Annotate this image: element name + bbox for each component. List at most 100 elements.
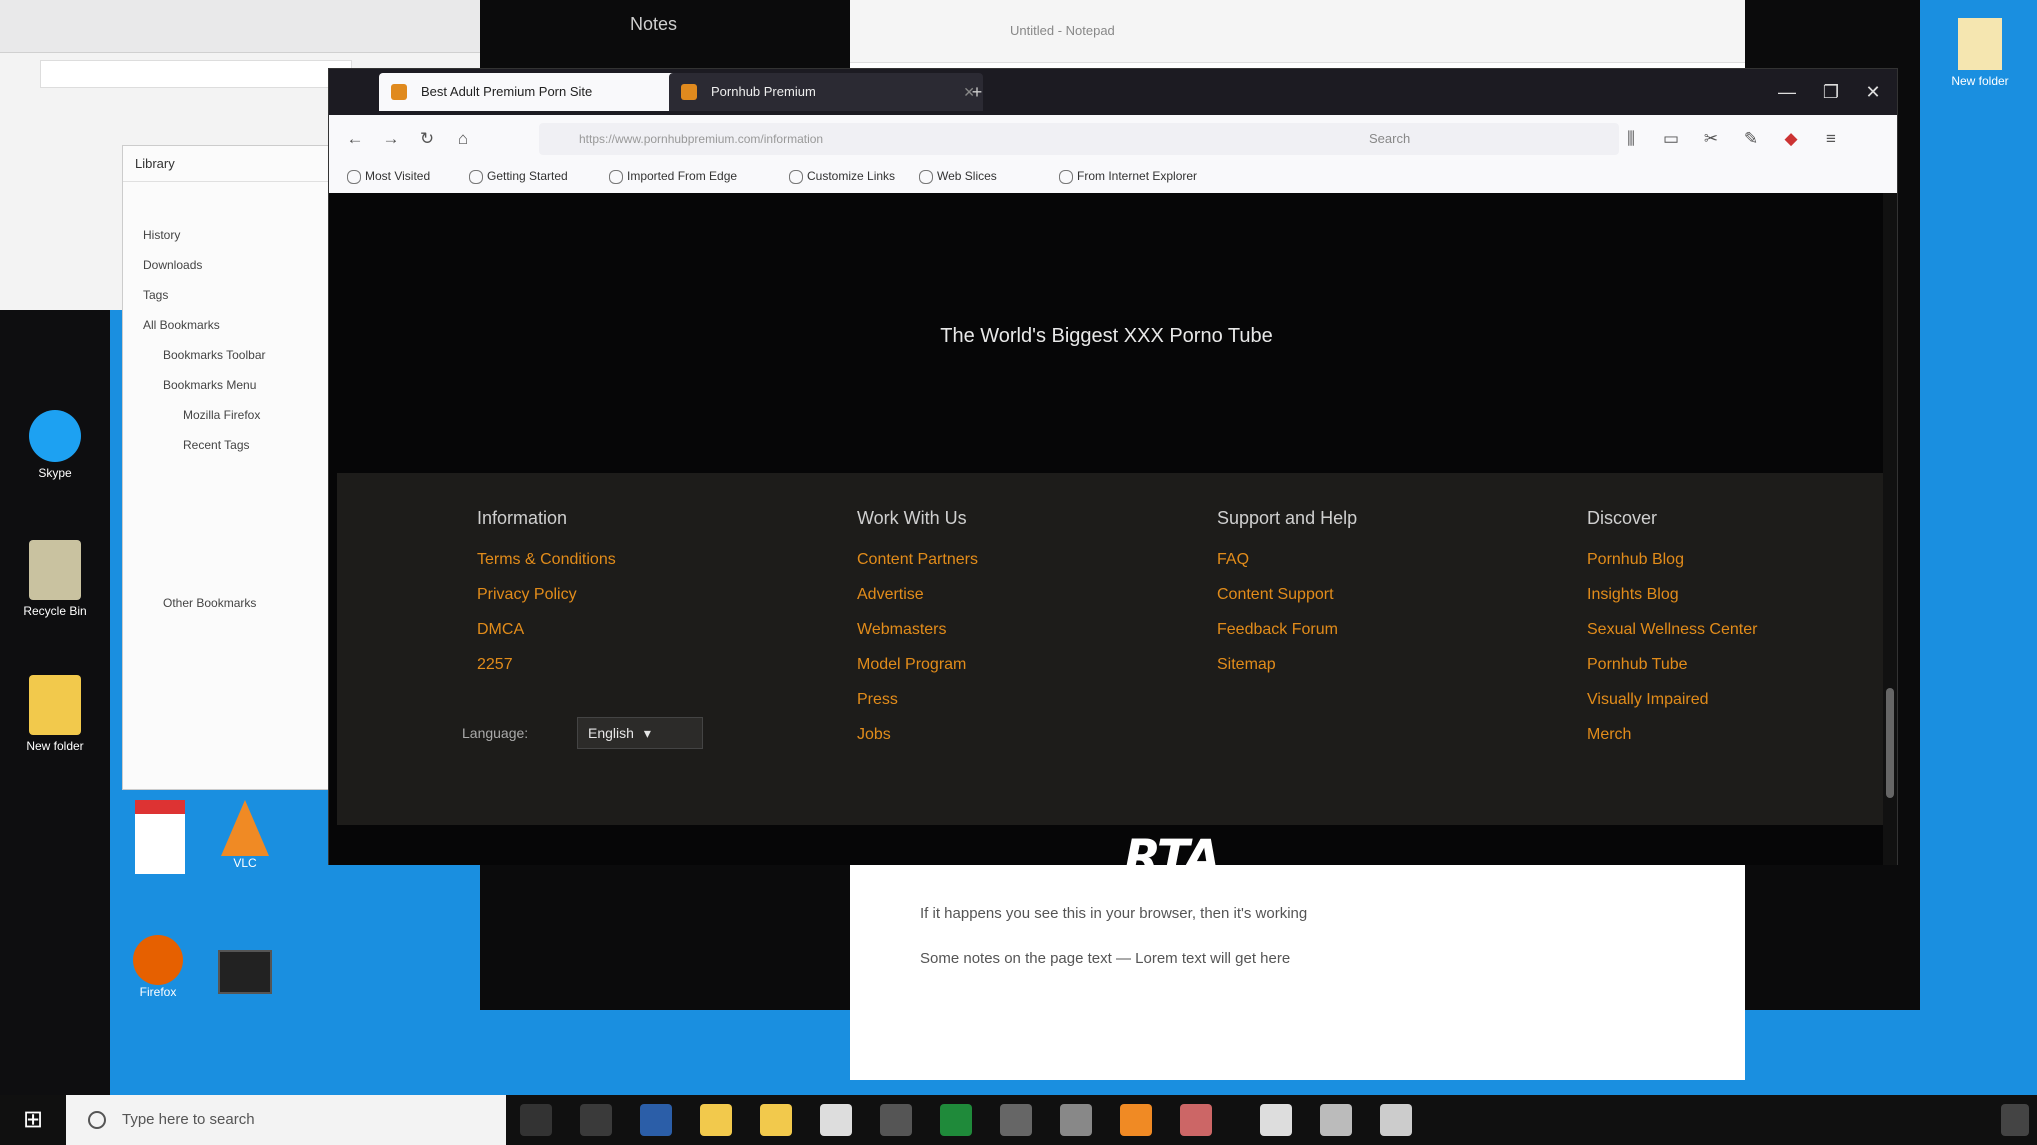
- maximize-button[interactable]: ❐: [1811, 75, 1851, 109]
- firefox-icon: [133, 935, 183, 985]
- tab-active[interactable]: Best Adult Premium Porn Site ✕: [379, 73, 703, 111]
- app-icon[interactable]: [1000, 1104, 1032, 1136]
- footer-link[interactable]: Jobs: [857, 726, 891, 744]
- desktop-icon-skype[interactable]: Skype: [7, 410, 103, 480]
- skype-icon: [29, 410, 81, 462]
- bookmark-item[interactable]: Most Visited: [347, 169, 430, 184]
- task-view-icon[interactable]: [580, 1104, 612, 1136]
- bookmark-item[interactable]: Getting Started: [469, 169, 568, 184]
- close-window-button[interactable]: ✕: [1853, 75, 1893, 109]
- taskbar-search[interactable]: Type here to search: [66, 1095, 506, 1145]
- desktop-icon-new-folder[interactable]: New folder: [7, 675, 103, 753]
- windows-start-icon[interactable]: ⊞: [0, 1095, 66, 1145]
- screenshot-icon[interactable]: ✂: [1699, 127, 1723, 151]
- footer-link[interactable]: Privacy Policy: [477, 586, 577, 604]
- menu-icon[interactable]: ≡: [1819, 127, 1843, 151]
- footer-link[interactable]: Terms & Conditions: [477, 551, 616, 569]
- app-icon[interactable]: [1180, 1104, 1212, 1136]
- background-address-bar[interactable]: [40, 60, 352, 88]
- app-icon[interactable]: [1320, 1104, 1352, 1136]
- app-icon[interactable]: [1060, 1104, 1092, 1136]
- desktop-icon-app[interactable]: [205, 950, 285, 1030]
- footer-link[interactable]: Press: [857, 691, 898, 709]
- footer-link[interactable]: Merch: [1587, 726, 1631, 744]
- desktop-icon-vlc[interactable]: VLC: [205, 800, 285, 890]
- app-icon[interactable]: [880, 1104, 912, 1136]
- tab-strip: Best Adult Premium Porn Site ✕ Pornhub P…: [329, 69, 1897, 115]
- new-tab-button[interactable]: +: [957, 75, 997, 109]
- notifications-icon[interactable]: [2001, 1104, 2029, 1136]
- url-bar[interactable]: https://www.pornhubpremium.com/informati…: [539, 123, 1359, 155]
- desktop-icon-recycle-bin[interactable]: Recycle Bin: [7, 540, 103, 618]
- bookmarks-library-window: Library History Downloads Tags All Bookm…: [122, 145, 332, 790]
- footer-link[interactable]: Visually Impaired: [1587, 691, 1709, 709]
- doc-line: If it happens you see this in your brows…: [920, 905, 1308, 922]
- footer-link[interactable]: Feedback Forum: [1217, 621, 1338, 639]
- editor-title: Notes: [630, 14, 678, 34]
- sidebar-icon[interactable]: ▭: [1659, 127, 1683, 151]
- bookmark-item[interactable]: Web Slices: [919, 169, 997, 184]
- footer-link[interactable]: Sitemap: [1217, 656, 1276, 674]
- library-item[interactable]: All Bookmarks: [143, 318, 220, 332]
- back-icon[interactable]: ←: [343, 127, 367, 151]
- footer-heading: Work With Us: [857, 508, 967, 528]
- footer-link[interactable]: Content Partners: [857, 551, 978, 569]
- footer-link[interactable]: Insights Blog: [1587, 586, 1679, 604]
- camera-icon[interactable]: [1260, 1104, 1292, 1136]
- footer-link[interactable]: 2257: [477, 656, 513, 674]
- tab-inactive[interactable]: Pornhub Premium ✕: [669, 73, 983, 111]
- site-favicon-icon: [681, 84, 697, 100]
- library-item[interactable]: Bookmarks Toolbar: [163, 348, 266, 362]
- page-scrollbar[interactable]: [1883, 193, 1897, 865]
- taskbar: ⊞ Type here to search: [0, 1095, 2037, 1145]
- library-item[interactable]: Recent Tags: [183, 438, 250, 452]
- footer-heading: Discover: [1587, 508, 1658, 528]
- footer-link[interactable]: Model Program: [857, 656, 966, 674]
- footer-link[interactable]: FAQ: [1217, 551, 1249, 569]
- footer-link[interactable]: Pornhub Blog: [1587, 551, 1684, 569]
- minimize-button[interactable]: —: [1767, 75, 1807, 109]
- chevron-down-icon: ▾: [643, 725, 651, 741]
- footer-link[interactable]: Advertise: [857, 586, 924, 604]
- cortana-icon[interactable]: [520, 1104, 552, 1136]
- folder-icon[interactable]: [760, 1104, 792, 1136]
- library-icon[interactable]: ⫼: [1619, 127, 1643, 151]
- home-icon[interactable]: ⌂: [451, 127, 475, 151]
- app-icon: [218, 950, 272, 994]
- bookmark-item[interactable]: Customize Links: [789, 169, 895, 184]
- library-item[interactable]: Downloads: [143, 258, 202, 272]
- bookmark-item[interactable]: From Internet Explorer: [1059, 169, 1197, 184]
- library-item[interactable]: Mozilla Firefox: [183, 408, 260, 422]
- scrollbar-thumb[interactable]: [1886, 688, 1894, 798]
- forward-icon[interactable]: →: [379, 127, 403, 151]
- library-item[interactable]: History: [143, 228, 180, 242]
- firefox-window: Best Adult Premium Porn Site ✕ Pornhub P…: [328, 68, 1898, 865]
- background-tab-bar: [0, 0, 490, 53]
- extension-icon[interactable]: ✎: [1739, 127, 1763, 151]
- vlc-icon[interactable]: [1120, 1104, 1152, 1136]
- notepad-icon[interactable]: [1380, 1104, 1412, 1136]
- desktop-icon-top-right-folder[interactable]: New folder: [1935, 18, 2025, 88]
- library-item[interactable]: Tags: [143, 288, 168, 302]
- store-icon[interactable]: [820, 1104, 852, 1136]
- bookmark-item[interactable]: Imported From Edge: [609, 169, 737, 184]
- desktop-icon-document[interactable]: [120, 800, 200, 890]
- footer-link[interactable]: Pornhub Tube: [1587, 656, 1688, 674]
- library-item[interactable]: Bookmarks Menu: [163, 378, 256, 392]
- promo-title: The World's Biggest XXX Porno Tube: [940, 325, 1273, 347]
- footer-link[interactable]: DMCA: [477, 621, 524, 639]
- desktop-icon-firefox[interactable]: Firefox: [118, 935, 198, 1025]
- library-item[interactable]: Other Bookmarks: [163, 596, 256, 610]
- rta-logo[interactable]: RTA: [1124, 830, 1221, 865]
- file-explorer-icon[interactable]: [700, 1104, 732, 1136]
- spreadsheet-icon[interactable]: [940, 1104, 972, 1136]
- language-select[interactable]: English ▾: [577, 717, 703, 749]
- footer-link[interactable]: Content Support: [1217, 586, 1334, 604]
- search-box[interactable]: Search: [1335, 123, 1619, 155]
- site-favicon-icon: [391, 84, 407, 100]
- edge-icon[interactable]: [640, 1104, 672, 1136]
- reload-icon[interactable]: ↻: [415, 127, 439, 151]
- footer-link[interactable]: Webmasters: [857, 621, 947, 639]
- addon-icon[interactable]: ◆: [1779, 127, 1803, 151]
- footer-link[interactable]: Sexual Wellness Center: [1587, 621, 1757, 639]
